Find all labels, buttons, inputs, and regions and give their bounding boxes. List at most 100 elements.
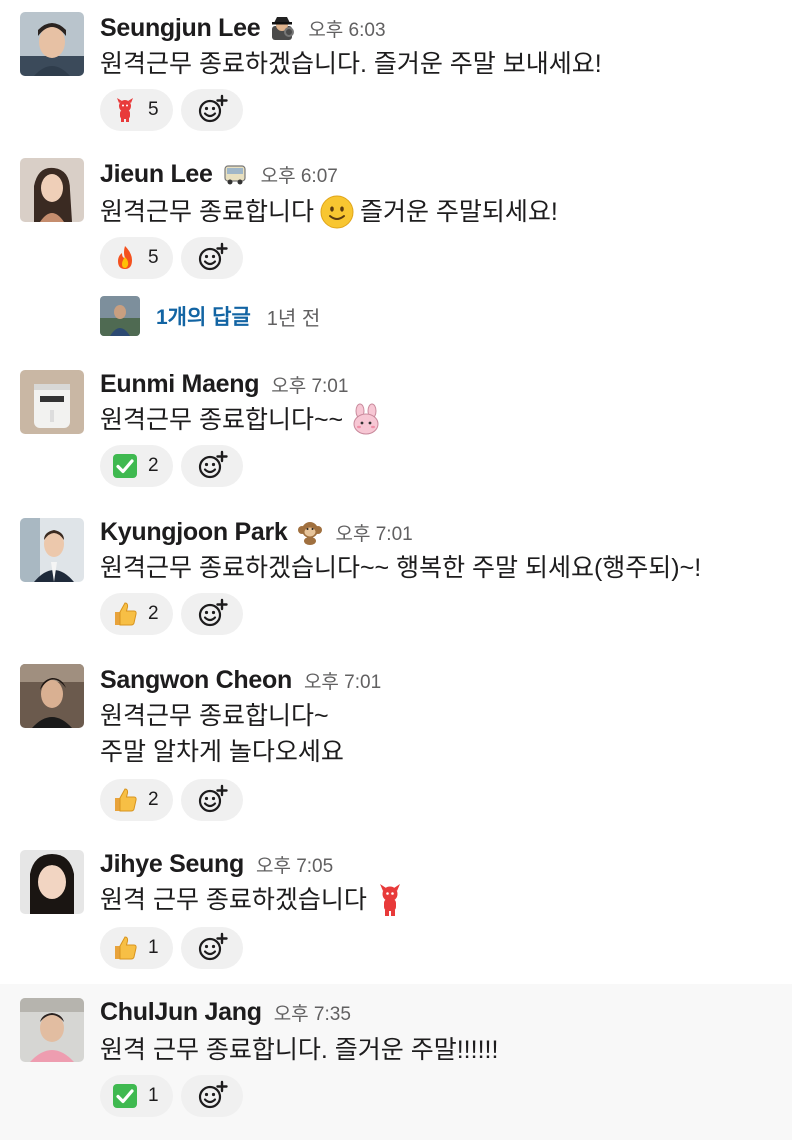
thread-reply-link[interactable]: 1개의 답글 [156,301,251,331]
message: Jieun Lee 오후 6:07 원격근무 종료합니다 즐거운 주말되세요! … [0,146,792,358]
message-line: 원격근무 종료합니다 즐거운 주말되세요! [100,194,558,230]
message-line: 주말 알차게 놀다오세요 [100,738,344,766]
reaction-pill[interactable]: 2 [100,445,173,487]
red-devil-icon [373,883,407,917]
message: ChulJun Jang 오후 7:35 원격 근무 종료합니다. 즐거운 주말… [0,984,792,1140]
avatar[interactable] [20,850,84,914]
add-reaction-button[interactable] [180,927,243,969]
thumbs-up-icon [112,935,138,961]
add-reaction-button[interactable] [180,1075,243,1117]
add-reaction-icon [198,1080,228,1109]
message-header: Jihye Seung 오후 7:05 [100,848,333,880]
timestamp[interactable]: 오후 7:01 [304,667,381,694]
message-header: Kyungjoon Park 오후 7:01 [100,516,413,548]
bus-icon [221,160,249,188]
message-header: Seungjun Lee 오후 6:03 [100,12,386,44]
message-line: 원격 근무 종료하겠습니다 [100,882,413,918]
reaction-count: 5 [148,247,159,268]
author-name[interactable]: Jieun Lee [100,160,213,189]
timestamp[interactable]: 오후 6:07 [261,161,338,188]
reaction-count: 2 [148,789,159,810]
reaction-bar: 2 [100,779,243,821]
reaction-count: 2 [148,455,159,476]
message-text-segment: 원격 근무 종료하겠습니다 [100,886,367,914]
message-line: 원격 근무 종료합니다. 즐거운 주말!!!!!! [100,1036,499,1064]
reaction-bar: 2 [100,593,243,635]
message-line: 원격근무 종료합니다~ [100,702,329,730]
add-reaction-icon [198,598,228,627]
message: Jihye Seung 오후 7:05 원격 근무 종료하겠습니다 1 [0,840,792,984]
message: Seungjun Lee 오후 6:03 원격근무 종료하겠습니다. 즐거운 주… [0,0,792,146]
avatar[interactable] [20,664,84,728]
add-reaction-button[interactable] [180,593,243,635]
reaction-pill[interactable]: 1 [100,1075,173,1117]
add-reaction-icon [198,784,228,813]
avatar[interactable] [20,518,84,582]
message-text-segment: 즐거운 주말되세요! [359,198,558,226]
author-name[interactable]: Kyungjoon Park [100,518,288,547]
message-text: 원격근무 종료하겠습니다~~ 행복한 주말 되세요(행주되)~! [100,550,701,586]
message-text-segment: 원격근무 종료합니다 [100,198,314,226]
green-check-icon [112,1083,138,1109]
timestamp[interactable]: 오후 7:35 [274,999,351,1026]
add-reaction-icon [198,450,228,479]
add-reaction-icon [198,94,228,123]
reaction-bar: 5 [100,89,243,131]
avatar[interactable] [20,998,84,1062]
add-reaction-button[interactable] [180,445,243,487]
message-text: 원격 근무 종료하겠습니다 [100,882,413,918]
message-text-segment: 원격근무 종료합니다~~ [100,406,344,434]
slight-smile-icon [320,195,354,229]
reaction-bar: 1 [100,1075,243,1117]
thread-time: 1년 전 [266,307,321,330]
author-name[interactable]: Sangwon Cheon [100,666,292,695]
message-header: Jieun Lee 오후 6:07 [100,158,338,190]
reaction-bar: 2 [100,445,243,487]
message-line: 원격근무 종료하겠습니다~~ 행복한 주말 되세요(행주되)~! [100,554,702,582]
avatar[interactable] [20,12,84,76]
add-reaction-button[interactable] [180,89,243,131]
reaction-count: 1 [148,937,159,958]
message: Kyungjoon Park 오후 7:01 원격근무 종료하겠습니다~~ 행복… [0,506,792,654]
message: Eunmi Maeng 오후 7:01 원격근무 종료합니다~~ 2 [0,358,792,506]
message-header: Sangwon Cheon 오후 7:01 [100,664,381,696]
timestamp[interactable]: 오후 7:01 [271,371,348,398]
add-reaction-icon [198,242,228,271]
add-reaction-button[interactable] [180,779,243,821]
add-reaction-button[interactable] [180,237,243,279]
thread-replies[interactable]: 1개의 답글 1년 전 [100,296,320,336]
reaction-pill[interactable]: 5 [100,237,173,279]
reaction-count: 2 [148,603,159,624]
reaction-pill[interactable]: 1 [100,927,173,969]
message-text: 원격근무 종료하겠습니다. 즐거운 주말 보내세요! [100,46,602,82]
message-header: ChulJun Jang 오후 7:35 [100,996,351,1028]
message: Sangwon Cheon 오후 7:01 원격근무 종료합니다~ 주말 알차게… [0,654,792,840]
message-header: Eunmi Maeng 오후 7:01 [100,368,348,400]
red-devil-icon [112,97,138,123]
message-text: 원격근무 종료합니다~ 주말 알차게 놀다오세요 [100,698,344,770]
author-name[interactable]: Eunmi Maeng [100,370,260,399]
detective-icon [268,14,296,42]
message-line: 원격근무 종료하겠습니다. 즐거운 주말 보내세요! [100,50,602,78]
reaction-pill[interactable]: 2 [100,593,173,635]
avatar[interactable] [20,370,84,434]
monkey-icon [296,518,324,546]
green-check-icon [112,453,138,479]
timestamp[interactable]: 오후 6:03 [308,15,385,42]
message-text: 원격근무 종료합니다~~ [100,402,389,438]
author-name[interactable]: ChulJun Jang [100,998,262,1027]
timestamp[interactable]: 오후 7:05 [256,851,333,878]
author-name[interactable]: Seungjun Lee [100,14,261,43]
author-name[interactable]: Jihye Seung [100,850,244,879]
message-line: 원격근무 종료합니다~~ [100,402,389,438]
add-reaction-icon [198,932,228,961]
reaction-pill[interactable]: 2 [100,779,173,821]
reaction-count: 1 [148,1085,159,1106]
reaction-pill[interactable]: 5 [100,89,173,131]
pink-bunny-icon [349,403,383,437]
reaction-count: 5 [148,99,159,120]
reaction-bar: 1 [100,927,243,969]
reaction-bar: 5 [100,237,243,279]
timestamp[interactable]: 오후 7:01 [336,519,413,546]
avatar[interactable] [20,158,84,222]
